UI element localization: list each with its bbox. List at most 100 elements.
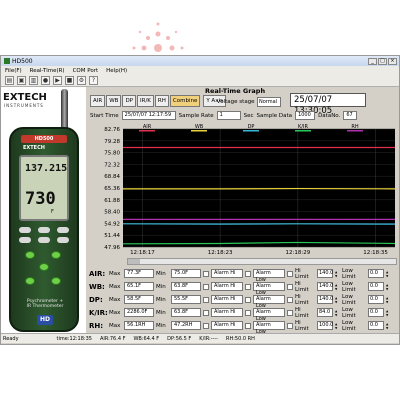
- alarm-hi-checkbox[interactable]: [203, 270, 209, 277]
- alarm-low-checkbox[interactable]: [245, 309, 251, 316]
- device-button: [19, 237, 31, 243]
- x-tick-label: 12:18:29: [286, 250, 311, 256]
- max-label: Max: [109, 322, 121, 329]
- realtime-chart: 82.76 79.28 75.80 72.32 68.84 65.36 61.88 58.40…: [87, 123, 399, 259]
- min-value: 63.8F: [171, 308, 201, 317]
- datano-field: 67: [343, 111, 358, 120]
- start-time-label: Start Time: [90, 112, 119, 119]
- x-tick-label: 12:18:35: [363, 250, 388, 256]
- low-limit-spinner[interactable]: ▲ ▼: [386, 270, 391, 278]
- hi-limit-spinner[interactable]: ▲ ▼: [335, 283, 340, 291]
- legend-label: WB: [195, 124, 204, 130]
- legend-swatch: [243, 130, 259, 132]
- low-limit-label: Low Limit: [342, 293, 356, 306]
- alarm-hi-checkbox[interactable]: [203, 309, 209, 316]
- hi-limit-input[interactable]: 140.0: [317, 282, 333, 291]
- min-label: Min: [156, 270, 166, 277]
- wb-button[interactable]: WB: [106, 95, 122, 107]
- alarm-low-checkbox[interactable]: [245, 322, 251, 329]
- hi-limit-checkbox[interactable]: [287, 296, 293, 303]
- scrollbar-thumb[interactable]: [128, 259, 140, 264]
- brand-logo: EXTECH: [3, 92, 47, 103]
- low-limit-input[interactable]: 0.0: [368, 321, 384, 330]
- hi-limit-label: Hi Limit: [295, 267, 309, 280]
- device-green-button: [39, 263, 49, 271]
- hi-limit-spinner[interactable]: ▲ ▼: [335, 309, 340, 317]
- alarm-hi-checkbox[interactable]: [203, 296, 209, 303]
- probe-image: [61, 89, 68, 131]
- legend-swatch: [295, 130, 311, 132]
- sample-rate-field[interactable]: 1: [216, 111, 241, 120]
- sensor-name: WB:: [89, 282, 105, 291]
- min-value: 75.0F: [171, 269, 201, 278]
- sensor-name: K/IR:: [89, 308, 108, 317]
- low-limit-spinner[interactable]: ▲ ▼: [386, 309, 391, 317]
- save-icon[interactable]: ▣: [17, 76, 26, 85]
- menu-real-time[interactable]: Real-Time(R): [30, 68, 65, 74]
- title-bar: HD500 _ □ ×: [1, 56, 399, 66]
- play-icon[interactable]: ▶: [53, 76, 62, 85]
- legend-label: K/IR: [298, 124, 308, 130]
- settings-icon[interactable]: ⚙: [77, 76, 86, 85]
- open-icon[interactable]: ▤: [5, 76, 14, 85]
- minimize-button[interactable]: _: [368, 57, 377, 65]
- hi-limit-checkbox[interactable]: [287, 270, 293, 277]
- legend-swatch: [347, 130, 363, 132]
- alarm-low-checkbox[interactable]: [245, 296, 251, 303]
- alarm-hi-checkbox[interactable]: [203, 283, 209, 290]
- combine-button[interactable]: Combine: [169, 95, 201, 107]
- sensor-row: WB: Max 65.1F Min 63.8F Alarm Hi Alarm Low Hi L…: [89, 280, 397, 297]
- graph-panel: Real-Time Graph AIR WB DP IR/K RH Combin…: [87, 87, 399, 340]
- low-limit-spinner[interactable]: ▲ ▼: [386, 322, 391, 330]
- low-limit-label: Low Limit: [342, 306, 356, 319]
- menu-com-port[interactable]: COM Port: [73, 68, 99, 74]
- maximize-button[interactable]: □: [378, 57, 387, 65]
- close-button[interactable]: ×: [388, 57, 397, 65]
- irk-button[interactable]: IR/K: [137, 95, 154, 107]
- hd-logo: HD: [37, 315, 53, 325]
- device-brand: EXTECH: [23, 145, 45, 151]
- hi-limit-input[interactable]: 84.0: [317, 308, 333, 317]
- rh-button[interactable]: RH: [154, 95, 169, 107]
- device-green-button: [25, 251, 35, 259]
- record-icon[interactable]: ●: [41, 76, 50, 85]
- x-tick-label: 12:18:17: [130, 250, 155, 256]
- air-button[interactable]: AIR: [90, 95, 106, 107]
- hi-limit-checkbox[interactable]: [287, 322, 293, 329]
- dp-button[interactable]: DP: [122, 95, 136, 107]
- menu-help[interactable]: Help(H): [106, 68, 127, 74]
- stop-icon[interactable]: ■: [65, 76, 74, 85]
- alarm-low-checkbox[interactable]: [245, 283, 251, 290]
- hi-limit-input[interactable]: 140.0: [317, 295, 333, 304]
- hi-limit-checkbox[interactable]: [287, 309, 293, 316]
- chart-svg: 82.76 79.28 75.80 72.32 68.84 65.36 61.88 58.40…: [104, 124, 396, 256]
- device-model-band: HD500: [21, 135, 67, 143]
- print-icon[interactable]: ▥: [29, 76, 38, 85]
- alarm-hi-checkbox[interactable]: [203, 322, 209, 329]
- voltage-stage-field: Normal: [257, 97, 281, 107]
- alarm-low-checkbox[interactable]: [245, 270, 251, 277]
- y-tick-label: 47.96: [104, 245, 120, 251]
- low-limit-input[interactable]: 0.0: [368, 269, 384, 278]
- min-label: Min: [156, 309, 166, 316]
- legend-label: RH: [351, 124, 358, 130]
- menu-file[interactable]: File(F): [5, 68, 22, 74]
- hi-limit-checkbox[interactable]: [287, 283, 293, 290]
- hi-limit-input[interactable]: 100.0: [317, 321, 333, 330]
- low-limit-input[interactable]: 0.0: [368, 308, 384, 317]
- low-limit-label: Low Limit: [342, 280, 356, 293]
- hi-limit-spinner[interactable]: ▲ ▼: [335, 270, 340, 278]
- y-tick-label: 72.32: [104, 162, 120, 168]
- help-icon[interactable]: ?: [89, 76, 98, 85]
- hi-limit-spinner[interactable]: ▲ ▼: [335, 322, 340, 330]
- hi-limit-label: Hi Limit: [295, 306, 309, 319]
- low-limit-spinner[interactable]: ▲ ▼: [386, 283, 391, 291]
- sample-data-field[interactable]: 1000: [295, 111, 316, 120]
- min-value: 63.8F: [171, 282, 201, 291]
- hi-limit-spinner[interactable]: ▲ ▼: [335, 296, 340, 304]
- low-limit-spinner[interactable]: ▲ ▼: [386, 296, 391, 304]
- low-limit-input[interactable]: 0.0: [368, 295, 384, 304]
- hi-limit-input[interactable]: 140.0: [317, 269, 333, 278]
- low-limit-input[interactable]: 0.0: [368, 282, 384, 291]
- chart-scrollbar[interactable]: [127, 258, 397, 265]
